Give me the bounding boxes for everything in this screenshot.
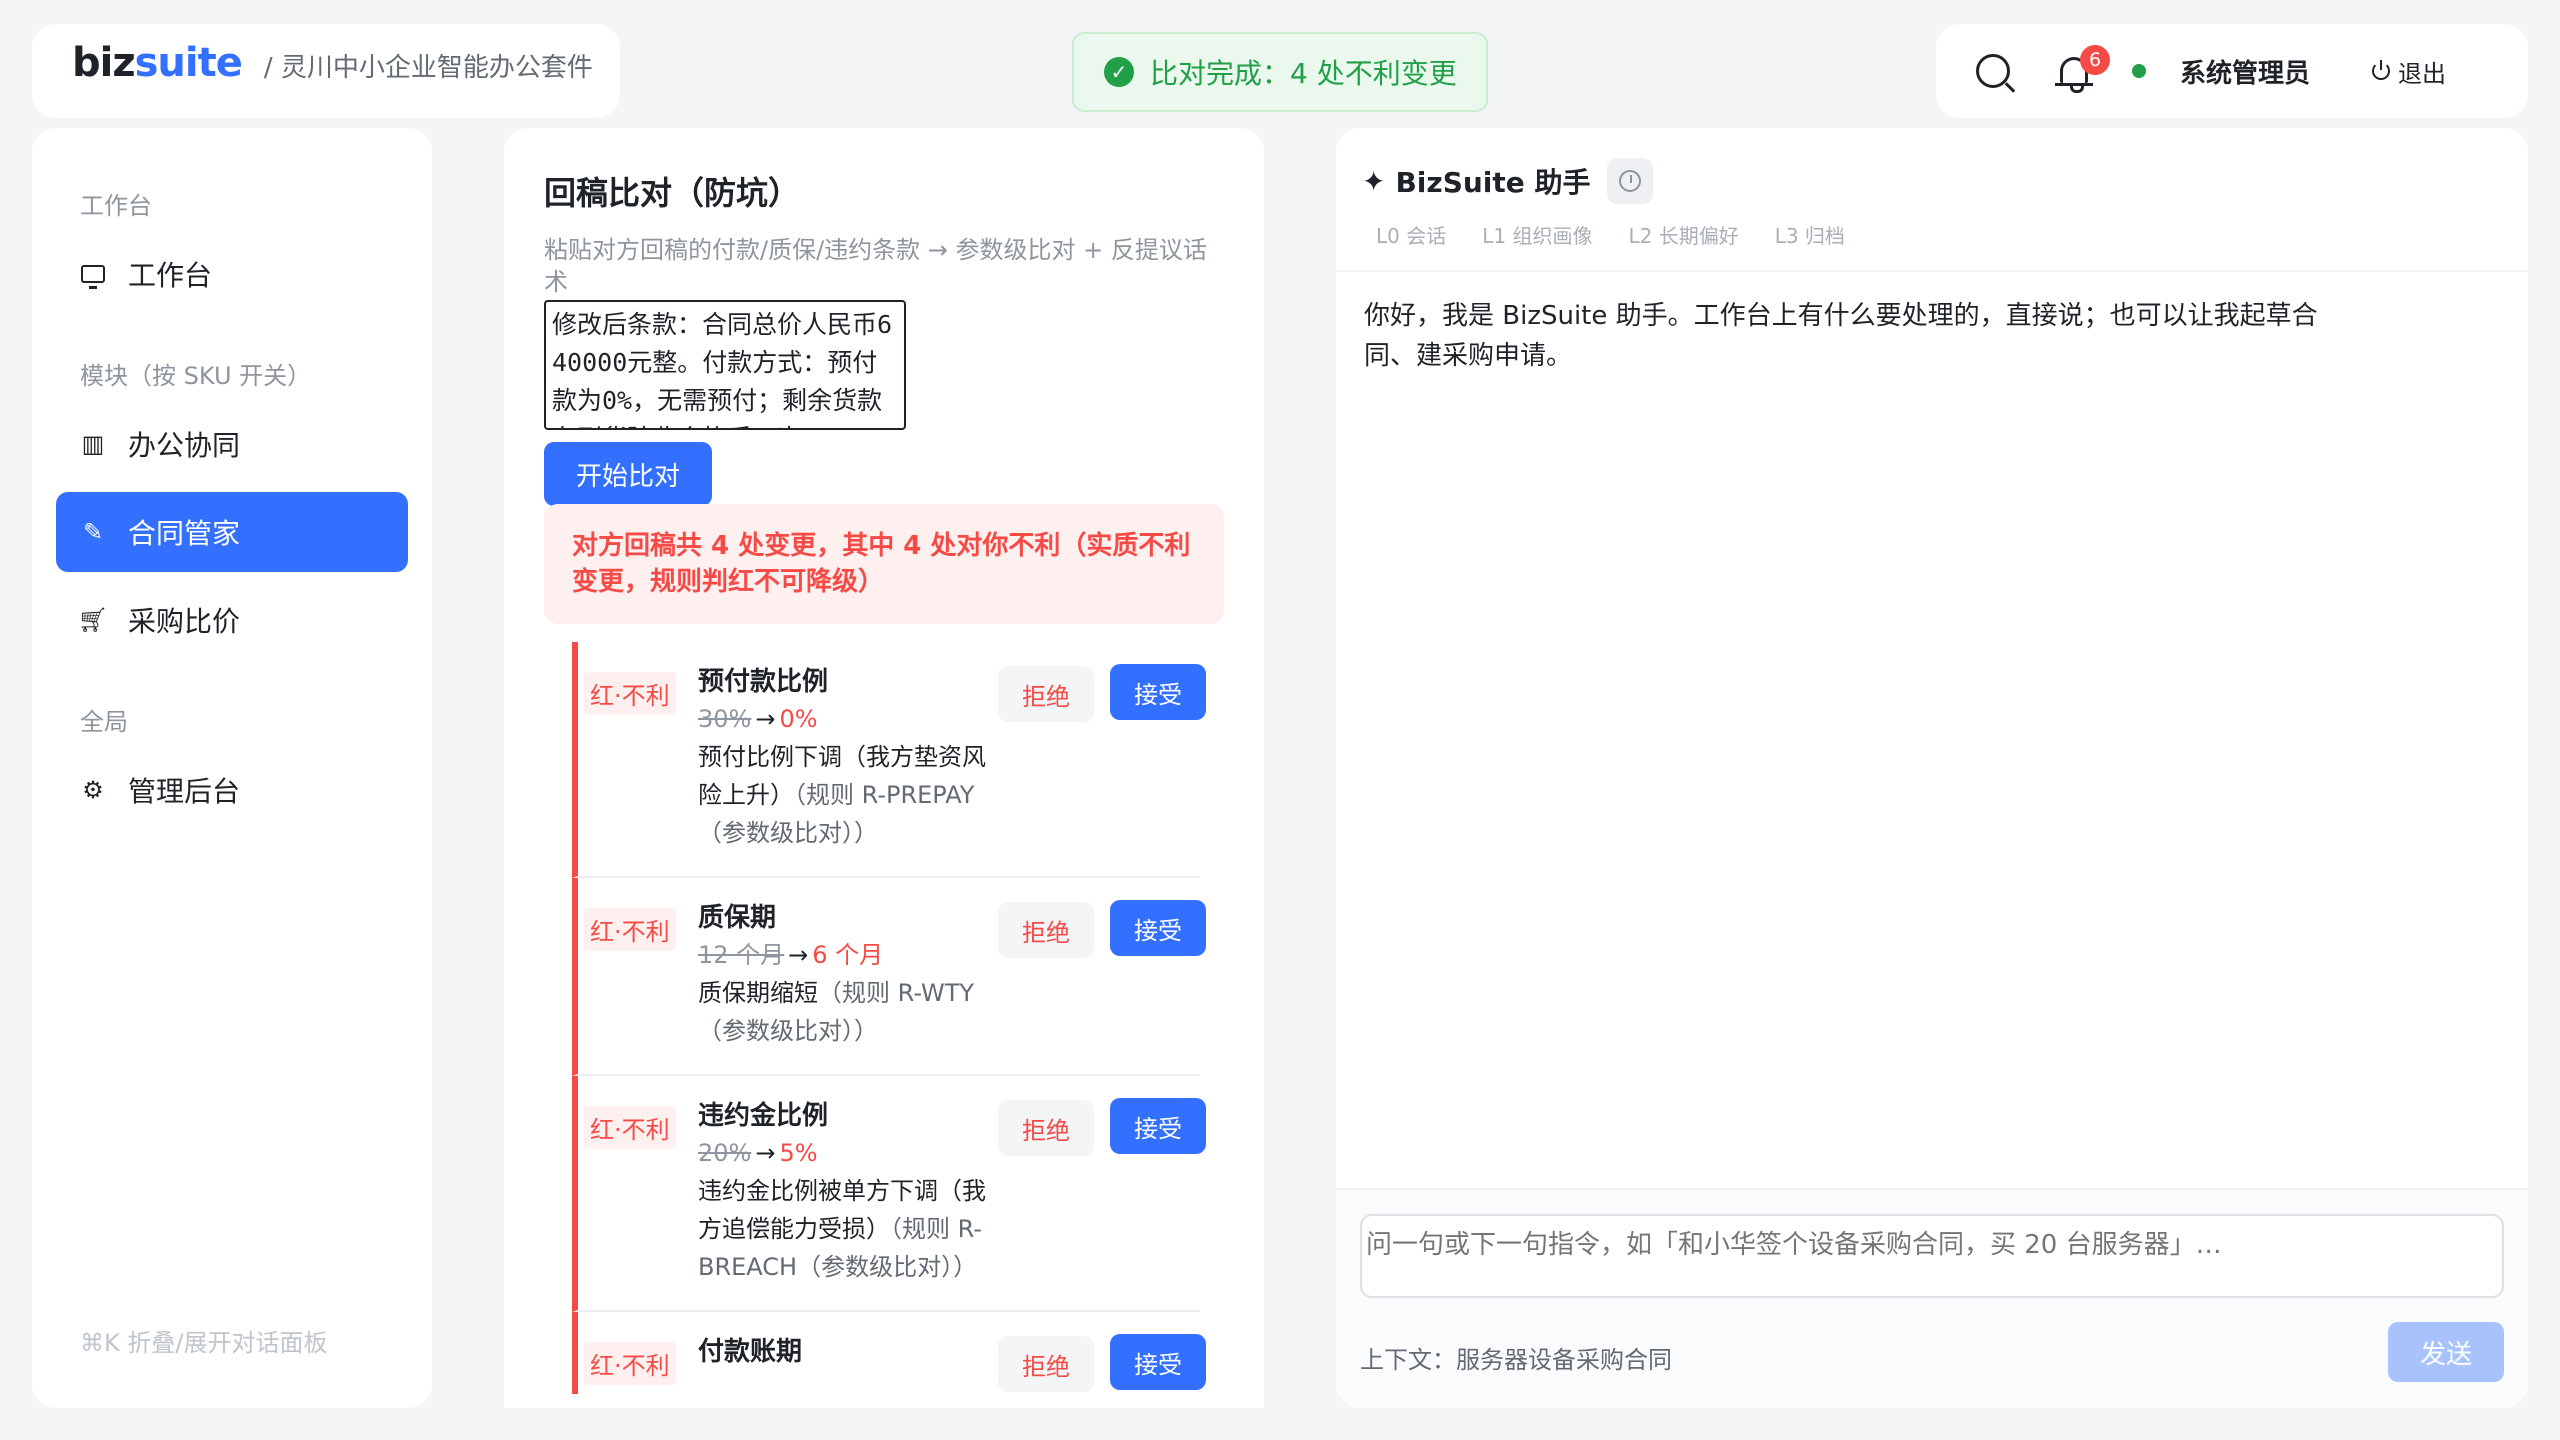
- risk-tag: 红·不利: [584, 908, 676, 951]
- brand-subtitle: / 灵川中小企业智能办公套件: [263, 52, 593, 83]
- sidebar-item-workbench[interactable]: 工作台: [56, 234, 408, 314]
- notification-button[interactable]: 6: [2055, 45, 2110, 93]
- context-label: 上下文：服务器设备采购合同: [1360, 1346, 1672, 1374]
- edit-icon: ✎: [82, 518, 104, 546]
- sidebar-item-label: 合同管家: [128, 517, 241, 550]
- level-tab[interactable]: L0 会话: [1376, 220, 1446, 249]
- diff-item: 红·不利 预付款比例 30% → 0% 预付比例下调（我方垫资风险上升）（规则 R-…: [572, 642, 1206, 878]
- diff-item: 红·不利 违约金比例 20% → 5% 违约金比例被单方下调（我方追偿能力受损）（规…: [572, 1076, 1206, 1312]
- sidebar-section-workbench: 工作台: [80, 192, 152, 220]
- sparkle-icon: ✦: [1362, 164, 1386, 198]
- history-button[interactable]: [1606, 158, 1653, 204]
- level-tab[interactable]: L2 长期偏好: [1628, 220, 1738, 249]
- level-tab[interactable]: L1 组织画像: [1482, 220, 1592, 249]
- logout-label: 退出: [2398, 59, 2447, 88]
- brand-card: bizsuite / 灵川中小企业智能办公套件: [32, 24, 620, 118]
- risk-alert: 对方回稿共 4 处变更，其中 4 处对你不利（实质不利变更，规则判红不可降级）: [544, 504, 1224, 624]
- sidebar-item-office[interactable]: ▥ 办公协同: [56, 404, 408, 484]
- clause-textarea[interactable]: 修改后条款：合同总价人民币640000元整。付款方式：预付款为0%，无需预付；剩…: [544, 300, 906, 430]
- sidebar: 工作台 工作台 模块（按 SKU 开关） ▥ 办公协同 ✎ 合同管家 🛒︎ 采购…: [32, 128, 432, 1408]
- header-actions: 6 系统管理员 退出: [1936, 24, 2528, 118]
- reject-button[interactable]: 拒绝: [998, 1100, 1094, 1156]
- diff-item: 红·不利 质保期 12 个月 → 6 个月 质保期缩短（规则 R-WTY（参数级比对…: [572, 878, 1206, 1076]
- reject-button[interactable]: 拒绝: [998, 902, 1094, 958]
- shortcut-hint: ⌘K 折叠/展开对话面板: [80, 1329, 328, 1357]
- send-button[interactable]: 发送: [2388, 1322, 2504, 1382]
- risk-tag: 红·不利: [584, 1342, 676, 1385]
- diff-description: 预付比例下调（我方垫资风险上升）（规则 R-PREPAY（参数级比对））: [698, 743, 986, 847]
- monitor-icon: [80, 261, 106, 289]
- accept-button[interactable]: 接受: [1110, 900, 1206, 956]
- sidebar-item-contract[interactable]: ✎ 合同管家: [56, 492, 408, 572]
- assistant-panel: ✦ BizSuite 助手 L0 会话 L1 组织画像 L2 长期偏好 L3 归…: [1336, 128, 2528, 1408]
- sidebar-item-procurement[interactable]: 🛒︎ 采购比价: [56, 580, 408, 660]
- diff-item: 红·不利 付款账期 拒绝 接受: [572, 1312, 1206, 1394]
- notification-badge: 6: [2080, 45, 2110, 75]
- compare-panel: 回稿比对（防坑） 粘贴对方回稿的付款/质保/违约条款 → 参数级比对 + 反提议…: [504, 128, 1264, 1408]
- sidebar-section-global: 全局: [80, 708, 128, 736]
- sidebar-item-admin[interactable]: ⚙ 管理后台: [56, 750, 408, 830]
- user-name[interactable]: 系统管理员: [2180, 53, 2310, 90]
- diff-title: 付款账期: [698, 1337, 803, 1367]
- start-compare-button[interactable]: 开始比对: [544, 442, 712, 506]
- online-status-dot: [2132, 64, 2146, 78]
- diff-description: 质保期缩短（规则 R-WTY（参数级比对））: [698, 979, 975, 1045]
- gear-icon: ⚙: [82, 776, 104, 804]
- page-title: 回稿比对（防坑）: [544, 174, 801, 212]
- diff-description: 违约金比例被单方下调（我方追偿能力受损）（规则 R-BREACH（参数级比对））: [698, 1177, 986, 1281]
- success-toast: ✓ 比对完成：4 处不利变更: [1072, 32, 1488, 112]
- accept-button[interactable]: 接受: [1110, 664, 1206, 720]
- logout-button[interactable]: 退出: [2372, 54, 2446, 89]
- assistant-title: ✦ BizSuite 助手: [1362, 158, 1653, 204]
- memory-levels: L0 会话 L1 组织画像 L2 长期偏好 L3 归档: [1376, 220, 1881, 249]
- bizsuite-logo[interactable]: bizsuite: [72, 40, 243, 86]
- diff-change: 30% → 0%: [698, 705, 818, 733]
- clock-icon: [1618, 170, 1641, 192]
- diff-change: 20% → 5%: [698, 1139, 818, 1167]
- toast-text: 比对完成：4 处不利变更: [1150, 57, 1457, 90]
- assistant-message: 你好，我是 BizSuite 助手。工作台上有什么要处理的，直接说；也可以让我起…: [1364, 301, 2318, 371]
- chat-composer: 上下文：服务器设备采购合同 发送: [1336, 1188, 2528, 1408]
- building-icon: ▥: [81, 430, 105, 458]
- reject-button[interactable]: 拒绝: [998, 666, 1094, 722]
- sidebar-item-label: 工作台: [128, 259, 213, 292]
- sidebar-section-modules: 模块（按 SKU 开关）: [80, 362, 312, 390]
- diff-title: 违约金比例: [698, 1101, 829, 1131]
- diff-list: 红·不利 预付款比例 30% → 0% 预付比例下调（我方垫资风险上升）（规则 R-…: [572, 642, 1206, 1394]
- reject-button[interactable]: 拒绝: [998, 1336, 1094, 1392]
- search-icon[interactable]: [1976, 54, 2010, 88]
- diff-change: 12 个月 → 6 个月: [698, 941, 884, 969]
- power-icon: [2372, 60, 2391, 80]
- accept-button[interactable]: 接受: [1110, 1334, 1206, 1390]
- risk-tag: 红·不利: [584, 672, 676, 715]
- sidebar-item-label: 采购比价: [128, 605, 241, 638]
- check-circle-icon: ✓: [1104, 57, 1134, 87]
- risk-tag: 红·不利: [584, 1106, 676, 1149]
- sidebar-item-label: 办公协同: [128, 429, 241, 462]
- diff-title: 质保期: [698, 903, 777, 933]
- accept-button[interactable]: 接受: [1110, 1098, 1206, 1154]
- assistant-header: ✦ BizSuite 助手 L0 会话 L1 组织画像 L2 长期偏好 L3 归…: [1336, 128, 2528, 272]
- level-tab[interactable]: L3 归档: [1775, 220, 1845, 249]
- page-subtitle: 粘贴对方回稿的付款/质保/违约条款 → 参数级比对 + 反提议话术: [544, 236, 1207, 296]
- chat-input[interactable]: [1360, 1214, 2504, 1298]
- diff-title: 预付款比例: [698, 667, 829, 697]
- cart-icon: 🛒︎: [77, 606, 109, 634]
- sidebar-item-label: 管理后台: [128, 775, 241, 808]
